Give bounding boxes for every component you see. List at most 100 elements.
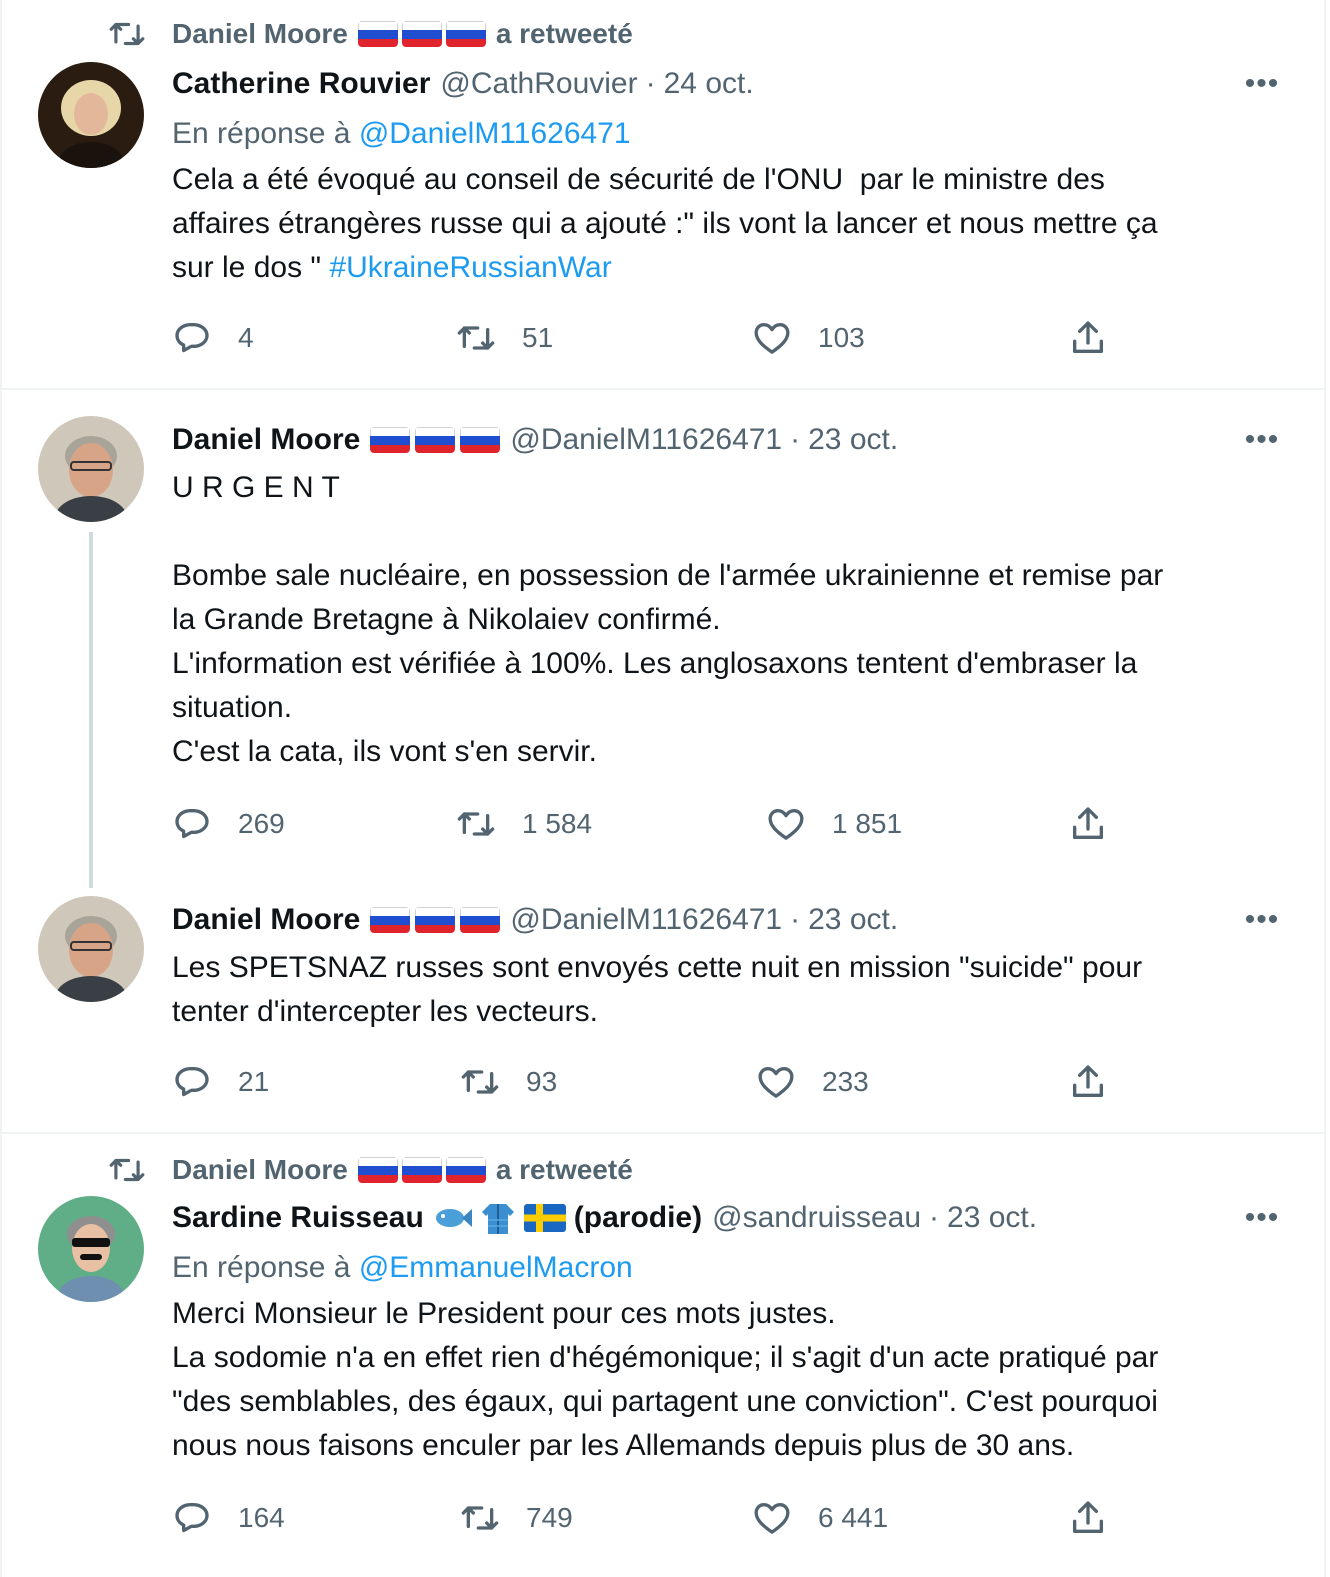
more-icon[interactable]: •••	[1240, 62, 1284, 106]
retweet-context: Daniel Moore a retweeté	[108, 1150, 633, 1190]
reply-mention-link[interactable]: @EmmanuelMacron	[359, 1251, 633, 1284]
heart-icon	[766, 804, 806, 844]
tweet-text-body: Cela a été évoqué au conseil de sécurité…	[172, 163, 1158, 284]
more-icon[interactable]: •••	[1240, 1196, 1284, 1240]
thread-connector	[89, 532, 93, 888]
tweet-actions: 21 93 233	[172, 1062, 1132, 1106]
retweet-icon	[108, 15, 146, 53]
reply-mention-link[interactable]: @DanielM11626471	[359, 117, 631, 150]
hashtag-link[interactable]: #UkraineRussianWar	[329, 251, 611, 284]
like-count: 6 441	[818, 1502, 889, 1533]
retweet-button[interactable]: 93	[460, 1062, 557, 1102]
retweet-button[interactable]: 51	[456, 318, 553, 358]
retweet-icon	[460, 1062, 500, 1102]
author-name-suffix[interactable]: (parodie)	[574, 1201, 702, 1235]
russia-flag-icon	[357, 1157, 398, 1183]
avatar[interactable]	[38, 896, 144, 1002]
avatar[interactable]	[38, 62, 144, 168]
share-button[interactable]	[1068, 1062, 1108, 1102]
russia-flag-icon	[445, 21, 486, 47]
heart-icon	[752, 318, 792, 358]
author-handle[interactable]: @DanielM11626471	[510, 903, 782, 937]
like-button[interactable]: 1 851	[766, 804, 902, 844]
tweet-daniel-urgent[interactable]: Daniel Moore @DanielM11626471 · 23 oct. …	[0, 390, 1324, 890]
reply-button[interactable]: 164	[172, 1498, 285, 1538]
russia-flag-emojis	[357, 1157, 486, 1183]
reply-icon	[172, 1062, 212, 1102]
fish-icon	[432, 1203, 472, 1233]
separator-dot: ·	[645, 67, 656, 100]
reply-count: 21	[238, 1066, 270, 1097]
tweet-header: Sardine Ruisseau (parodie) @sandruisseau…	[172, 1196, 1284, 1240]
retweet-button[interactable]: 1 584	[456, 804, 592, 844]
heart-icon	[756, 1062, 796, 1102]
retweet-count: 749	[526, 1502, 573, 1533]
author-name[interactable]: Daniel Moore	[172, 903, 360, 937]
avatar[interactable]	[38, 416, 144, 522]
share-button[interactable]	[1068, 1498, 1108, 1538]
sweden-flag-icon	[523, 1204, 566, 1232]
retweet-context: Daniel Moore a retweeté	[108, 14, 633, 54]
author-name[interactable]: Catherine Rouvier	[172, 67, 430, 101]
reply-button[interactable]: 269	[172, 804, 285, 844]
more-icon[interactable]: •••	[1240, 418, 1284, 462]
retweet-count: 1 584	[522, 808, 593, 839]
tweet-header: Daniel Moore @DanielM11626471 · 23 oct.	[172, 898, 1284, 942]
heart-icon	[752, 1498, 792, 1538]
tweet-date[interactable]: 23 oct.	[808, 903, 898, 937]
like-count: 233	[822, 1066, 869, 1097]
retweet-count: 93	[526, 1066, 558, 1097]
tweet-retweeted-sardine[interactable]: Daniel Moore a retweeté Sardine Ruisseau	[0, 1134, 1324, 1577]
russia-flag-icon	[445, 1157, 486, 1183]
reply-icon	[172, 804, 212, 844]
separator-dot: ·	[790, 423, 801, 456]
like-button[interactable]: 6 441	[752, 1498, 888, 1538]
reply-count: 269	[238, 808, 285, 839]
like-button[interactable]: 233	[756, 1062, 869, 1102]
reply-button[interactable]: 4	[172, 318, 254, 358]
russia-flag-icon	[370, 907, 411, 933]
author-name[interactable]: Sardine Ruisseau	[172, 1201, 424, 1235]
retweet-icon	[456, 804, 496, 844]
jacket-icon	[480, 1200, 516, 1236]
reply-count: 164	[238, 1502, 285, 1533]
share-icon	[1068, 804, 1108, 844]
tweet-daniel-spetsnaz[interactable]: Daniel Moore @DanielM11626471 · 23 oct. …	[0, 890, 1324, 1132]
author-name[interactable]: Daniel Moore	[172, 423, 360, 457]
russia-flag-icon	[401, 21, 442, 47]
avatar[interactable]	[38, 1196, 144, 1302]
reply-icon	[172, 1498, 212, 1538]
retweet-icon	[108, 1151, 146, 1189]
retweet-button[interactable]: 749	[460, 1498, 573, 1538]
retweeter-name[interactable]: Daniel Moore	[172, 1154, 348, 1186]
retweeter-name[interactable]: Daniel Moore	[172, 18, 348, 50]
tweet-retweeted-catherine[interactable]: Daniel Moore a retweeté Catherine Rouvie…	[0, 0, 1324, 388]
retweet-count: 51	[522, 322, 554, 353]
retweet-label: a retweeté	[495, 18, 633, 49]
tweet-date[interactable]: 23 oct.	[947, 1201, 1037, 1235]
russia-flag-icon	[401, 1157, 442, 1183]
share-button[interactable]	[1068, 318, 1108, 358]
reply-button[interactable]: 21	[172, 1062, 269, 1102]
tweet-date[interactable]: 23 oct.	[808, 423, 898, 457]
retweet-icon	[460, 1498, 500, 1538]
russia-flag-icon	[370, 427, 411, 453]
reply-prefix: En réponse à	[172, 117, 351, 150]
retweet-label: a retweeté	[495, 1154, 633, 1185]
russia-flag-icon	[415, 907, 456, 933]
reply-count: 4	[238, 322, 254, 353]
timeline-border-right	[1324, 0, 1326, 1577]
russia-flag-icon	[460, 907, 501, 933]
author-handle[interactable]: @DanielM11626471	[510, 423, 782, 457]
like-button[interactable]: 103	[752, 318, 865, 358]
tweet-date[interactable]: 24 oct.	[664, 67, 754, 101]
russia-flag-icon	[415, 427, 456, 453]
reply-to-line: En réponse à @EmmanuelMacron	[172, 1244, 1284, 1292]
like-count: 103	[818, 322, 865, 353]
author-handle[interactable]: @sandruisseau	[712, 1201, 921, 1235]
russia-flag-icon	[460, 427, 501, 453]
more-icon[interactable]: •••	[1240, 898, 1284, 942]
share-icon	[1068, 1498, 1108, 1538]
author-handle[interactable]: @CathRouvier	[440, 67, 637, 101]
share-button[interactable]	[1068, 804, 1108, 844]
